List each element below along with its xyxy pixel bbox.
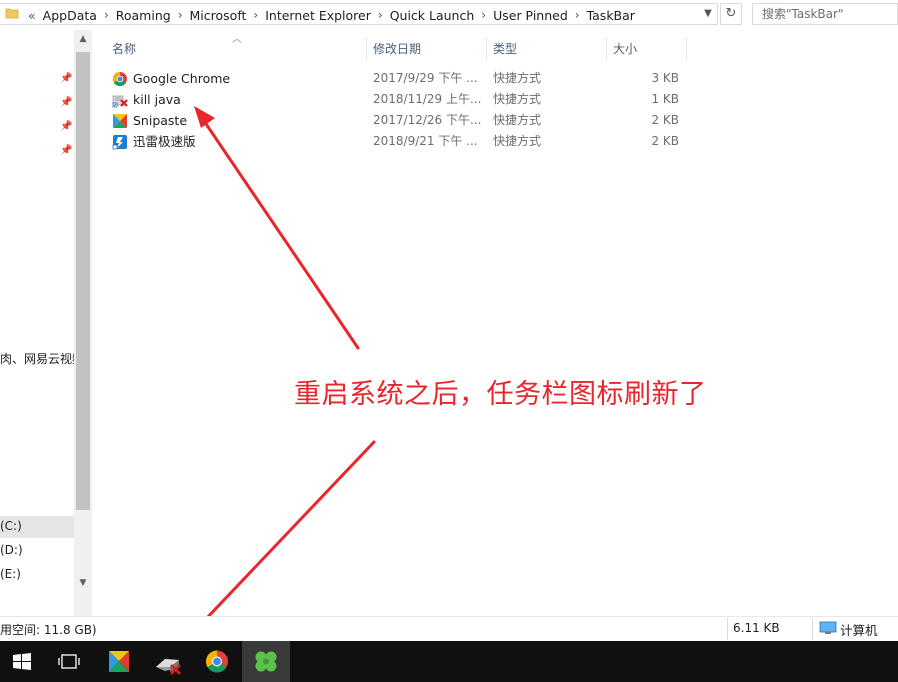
column-divider[interactable] [686,37,687,61]
breadcrumb-taskbar[interactable]: TaskBar [587,8,635,23]
status-divider [812,618,813,640]
file-name: kill java [133,92,181,107]
file-type: 快捷方式 [493,113,542,127]
breadcrumb-separator-icon[interactable]: › [481,8,486,22]
status-location: 计算机 [840,623,878,638]
column-header-type[interactable]: 类型 [493,37,517,61]
column-divider[interactable] [486,37,487,61]
file-date: 2017/9/29 下午 ... [373,71,478,85]
search-input[interactable]: 搜索"TaskBar" [752,3,898,25]
nav-scrollbar-thumb[interactable] [76,52,90,510]
breadcrumb-separator-icon[interactable]: › [104,8,109,22]
file-date: 2018/11/29 上午... [373,92,482,106]
breadcrumb-quick-launch[interactable]: Quick Launch [390,8,475,23]
clover-app-icon[interactable] [242,641,290,682]
task-view-icon[interactable] [45,641,93,682]
nav-item-drive-d[interactable]: (D:) [0,543,23,557]
breadcrumb-separator-icon[interactable]: › [378,8,383,22]
column-divider[interactable] [366,37,367,61]
kill-java-icon[interactable] [145,641,193,682]
file-row[interactable]: 迅雷极速版 2018/9/21 下午 ... 快捷方式 2 KB [108,131,688,152]
pin-icon[interactable]: 📌 [60,97,72,109]
snipaste-icon[interactable] [95,641,143,682]
computer-icon [819,621,837,634]
status-selection-size: 6.11 KB [733,621,780,635]
nav-item-partial[interactable]: 肉、网易云视频 [0,350,84,367]
file-row[interactable]: Google Chrome 2017/9/29 下午 ... 快捷方式 3 KB [108,68,688,89]
annotation-text: 重启系统之后，任务栏图标刷新了 [294,379,707,410]
column-header-size[interactable]: 大小 [613,37,637,61]
scroll-up-icon[interactable]: ▲ [76,34,90,48]
breadcrumb-appdata[interactable]: AppData [43,8,97,23]
file-name: Snipaste [133,113,188,128]
chrome-icon[interactable] [193,641,241,682]
file-size: 3 KB [651,71,679,85]
breadcrumb-overflow[interactable]: « [28,8,36,23]
file-size: 1 KB [651,92,679,106]
column-header-name[interactable]: 名称 [112,37,136,61]
nav-item-drive-e[interactable]: (E:) [0,567,21,581]
breadcrumb-internet-explorer[interactable]: Internet Explorer [265,8,371,23]
pin-icon[interactable]: 📌 [60,73,72,85]
pin-icon[interactable]: 📌 [60,121,72,133]
status-divider [727,618,728,640]
nav-item-drive-c[interactable]: (C:) [0,519,22,533]
snipaste-icon [113,114,127,128]
column-header-date[interactable]: 修改日期 [373,37,421,61]
file-name: Google Chrome [133,71,231,86]
file-type: 快捷方式 [493,71,542,85]
file-type: 快捷方式 [493,134,542,148]
refresh-icon[interactable]: ↻ [720,3,742,25]
chevron-down-icon[interactable]: ▼ [700,6,716,22]
breadcrumb-user-pinned[interactable]: User Pinned [493,8,568,23]
file-row[interactable]: Snipaste 2017/12/26 下午... 快捷方式 2 KB [108,110,688,131]
column-divider[interactable] [606,37,607,61]
breadcrumb-microsoft[interactable]: Microsoft [190,8,247,23]
scroll-down-icon[interactable]: ▼ [76,578,90,592]
status-free-space: 用空间: 11.8 GB) [0,623,97,637]
thunder-icon [112,135,127,150]
breadcrumb-separator-icon[interactable]: › [253,8,258,22]
breadcrumb-separator-icon[interactable]: › [575,8,580,22]
file-name: 迅雷极速版 [133,134,196,149]
file-size: 2 KB [651,113,679,127]
breadcrumb-separator-icon[interactable]: › [178,8,183,22]
file-type: 快捷方式 [493,92,542,106]
start-icon[interactable] [0,641,48,682]
file-date: 2018/9/21 下午 ... [373,134,478,148]
file-date: 2017/12/26 下午... [373,113,482,127]
folder-icon [5,8,19,19]
breadcrumb: « AppData › Roaming › Microsoft › Intern… [28,7,635,23]
file-size: 2 KB [651,134,679,148]
pin-icon[interactable]: 📌 [60,145,72,157]
chrome-icon [113,72,127,86]
kill-java-shortcut-icon [112,95,128,108]
file-row[interactable]: kill java 2018/11/29 上午... 快捷方式 1 KB [108,89,688,110]
sort-ascending-icon: ︿ [232,34,242,45]
breadcrumb-roaming[interactable]: Roaming [116,8,171,23]
